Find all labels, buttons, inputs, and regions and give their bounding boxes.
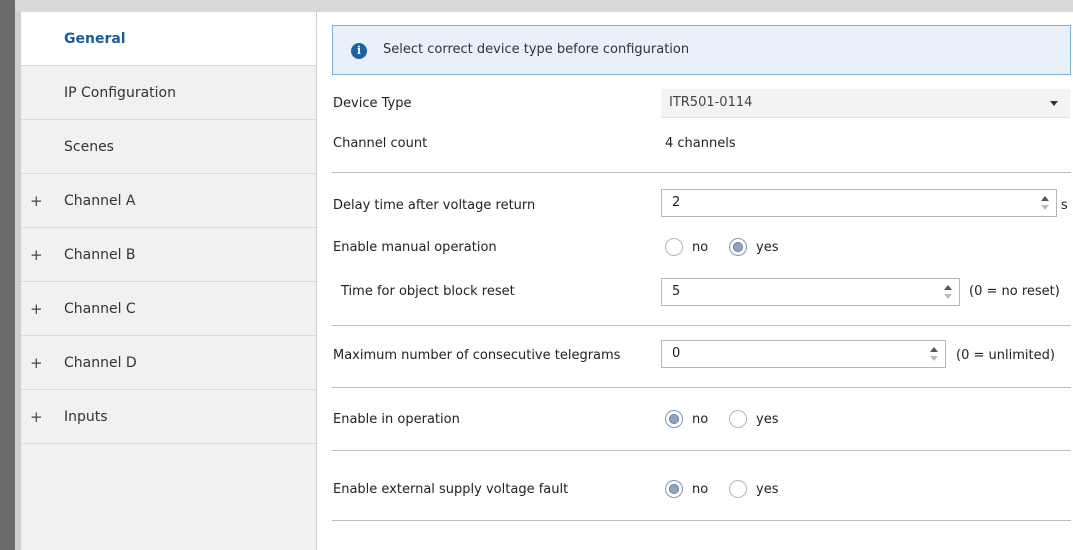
max-telegrams-unit: (0 = unlimited) [956, 348, 1055, 363]
supply-fault-no-label: no [692, 482, 709, 497]
sidebar-nav: General IP Configuration Scenes + Channe… [21, 12, 317, 550]
info-banner: i Select correct device type before conf… [332, 25, 1071, 75]
block-reset-input[interactable]: 5 [661, 278, 960, 306]
expand-plus-icon[interactable]: + [30, 300, 43, 318]
max-telegrams-value: 0 [672, 346, 681, 361]
max-telegrams-input[interactable]: 0 [661, 340, 946, 368]
delay-time-input[interactable]: 2 [661, 189, 1057, 217]
in-operation-yes-radio[interactable] [729, 410, 747, 428]
manual-operation-label: Enable manual operation [333, 240, 497, 255]
device-type-select[interactable]: ITR501-0114 [661, 89, 1070, 118]
sidebar-item-channel-b[interactable]: + Channel B [21, 228, 316, 282]
max-telegrams-label: Maximum number of consecutive telegrams [333, 348, 621, 363]
section-divider [332, 325, 1071, 326]
expand-plus-icon[interactable]: + [30, 192, 43, 210]
sidebar-item-ip-configuration[interactable]: IP Configuration [21, 66, 316, 120]
sidebar-item-label: General [64, 30, 126, 47]
sidebar-item-channel-d[interactable]: + Channel D [21, 336, 316, 390]
in-operation-no-radio[interactable] [665, 410, 683, 428]
sidebar-item-channel-c[interactable]: + Channel C [21, 282, 316, 336]
sidebar-item-inputs[interactable]: + Inputs [21, 390, 316, 444]
manual-operation-no-radio[interactable] [665, 238, 683, 256]
manual-operation-no-label: no [692, 240, 709, 255]
delay-time-unit: s [1061, 198, 1068, 213]
block-reset-value: 5 [672, 284, 681, 299]
sidebar-item-label: Inputs [64, 408, 108, 425]
channel-count-label: Channel count [333, 136, 428, 151]
in-operation-yes-label: yes [756, 412, 779, 427]
expand-plus-icon[interactable]: + [30, 246, 43, 264]
expand-plus-icon[interactable]: + [30, 408, 43, 426]
sidebar-item-label: Channel D [64, 354, 137, 371]
sidebar-item-label: IP Configuration [64, 84, 176, 101]
manual-operation-yes-label: yes [756, 240, 779, 255]
spinner-icon[interactable] [944, 284, 952, 300]
sidebar-item-general[interactable]: General [21, 12, 316, 66]
device-type-label: Device Type [333, 96, 412, 111]
expand-plus-icon[interactable]: + [30, 354, 43, 372]
supply-fault-yes-label: yes [756, 482, 779, 497]
device-type-value: ITR501-0114 [669, 95, 753, 110]
block-reset-label: Time for object block reset [341, 284, 515, 299]
manual-operation-yes-radio[interactable] [729, 238, 747, 256]
spinner-icon[interactable] [1041, 195, 1049, 211]
block-reset-unit: (0 = no reset) [969, 284, 1060, 299]
window-left-edge [0, 0, 15, 550]
chevron-down-icon[interactable] [1050, 101, 1058, 106]
in-operation-label: Enable in operation [333, 412, 460, 427]
info-icon: i [351, 43, 367, 59]
sidebar-item-label: Channel B [64, 246, 136, 263]
section-divider [332, 387, 1071, 388]
sidebar-item-label: Channel A [64, 192, 136, 209]
delay-time-value: 2 [672, 195, 681, 210]
section-divider [332, 450, 1071, 451]
supply-fault-no-radio[interactable] [665, 480, 683, 498]
sidebar-item-channel-a[interactable]: + Channel A [21, 174, 316, 228]
info-message: Select correct device type before config… [383, 42, 690, 57]
sidebar-item-label: Channel C [64, 300, 136, 317]
window-top-edge [0, 0, 1073, 12]
channel-count-value: 4 channels [665, 136, 736, 151]
sidebar-item-label: Scenes [64, 138, 114, 155]
section-divider [332, 172, 1071, 173]
sidebar-item-scenes[interactable]: Scenes [21, 120, 316, 174]
spinner-icon[interactable] [930, 346, 938, 362]
section-divider [332, 520, 1071, 521]
in-operation-no-label: no [692, 412, 709, 427]
delay-time-label: Delay time after voltage return [333, 198, 536, 213]
supply-fault-yes-radio[interactable] [729, 480, 747, 498]
supply-fault-label: Enable external supply voltage fault [333, 482, 569, 497]
